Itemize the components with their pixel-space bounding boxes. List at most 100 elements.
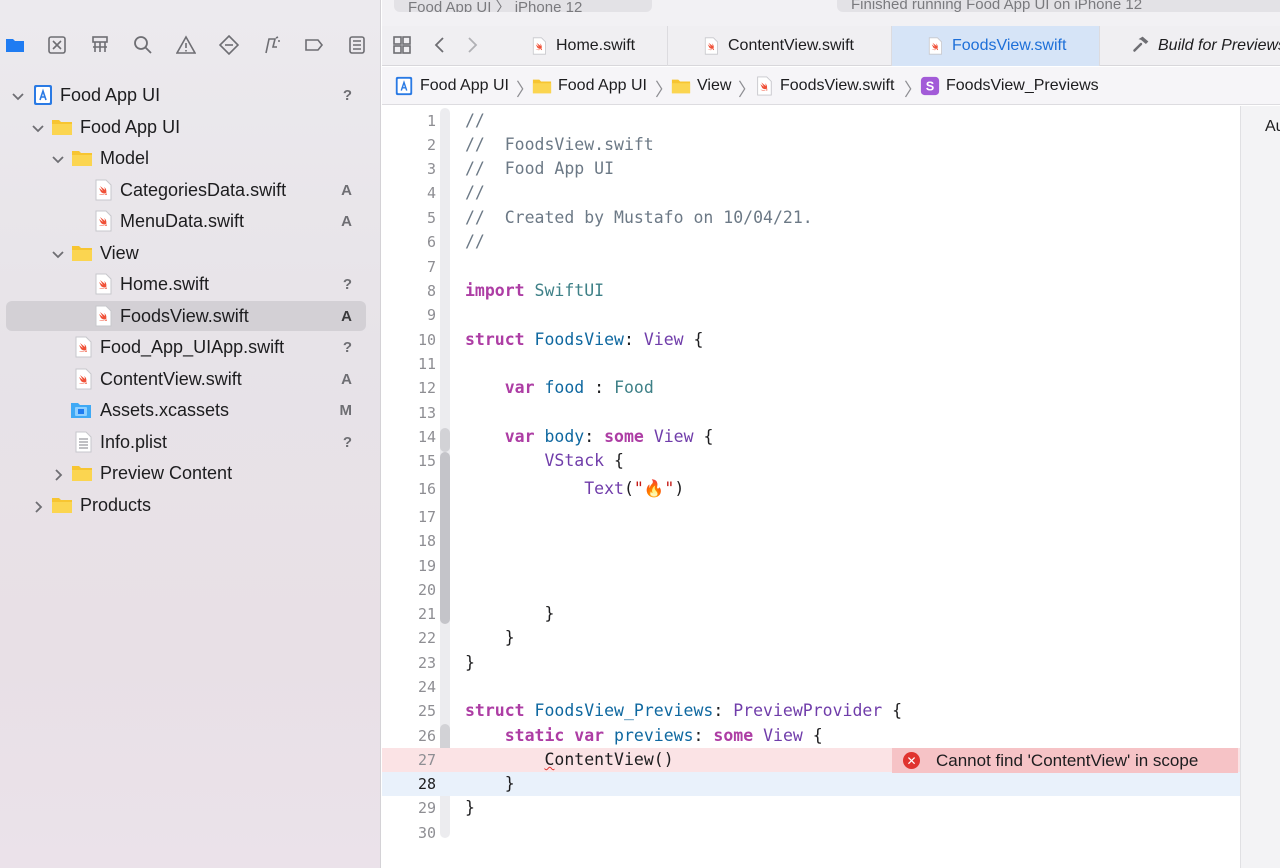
chevron-right-icon[interactable]: [52, 466, 66, 481]
code-text: struct FoodsView: View {: [465, 330, 704, 349]
breadcrumb: Food App UI 〉 Food App UI 〉 View 〉 Foods…: [382, 67, 1280, 105]
tree-item-group[interactable]: Food App UI: [6, 112, 366, 142]
code-line[interactable]: 29}: [382, 796, 1240, 820]
code-line[interactable]: 4 //: [382, 181, 1240, 205]
tree-item-file-selected[interactable]: FoodsView.swift A: [6, 301, 366, 331]
tree-item-label: Model: [100, 147, 150, 168]
code-line[interactable]: 14 var body: some View {: [382, 425, 1240, 449]
grid-icon[interactable]: [392, 35, 414, 57]
tab-contentview-swift[interactable]: ContentView.swift: [688, 26, 892, 66]
line-number: 7: [426, 258, 436, 276]
code-text: // Created by Mustafo on 10/04/21.: [465, 208, 813, 227]
code-line[interactable]: 30: [382, 821, 1240, 845]
breadcrumb-group[interactable]: Food App UI: [532, 67, 647, 105]
tree-item-file[interactable]: CategoriesData.swift A: [6, 175, 366, 205]
code-line[interactable]: 3 // Food App UI: [382, 157, 1240, 181]
tree-item-file[interactable]: Assets.xcassets M: [6, 395, 366, 425]
code-line[interactable]: 21 }: [382, 602, 1240, 626]
code-line[interactable]: 19: [382, 554, 1240, 578]
hierarchy-icon[interactable]: [89, 34, 111, 56]
breadcrumb-file[interactable]: FoodsView.swift: [754, 67, 894, 105]
test-icon[interactable]: [218, 34, 240, 56]
tree-item-file[interactable]: Info.plist ?: [6, 427, 366, 457]
tree-item-file[interactable]: Home.swift ?: [6, 269, 366, 299]
tree-item-label: View: [100, 242, 139, 263]
code-line[interactable]: 20: [382, 578, 1240, 602]
tree-item-file[interactable]: Food_App_UIApp.swift ?: [6, 332, 366, 362]
forward-icon[interactable]: [462, 35, 484, 57]
chevron-right-icon[interactable]: [32, 498, 46, 513]
code-line[interactable]: 12 var food : Food: [382, 376, 1240, 400]
code-line[interactable]: 18: [382, 529, 1240, 553]
tree-item-label: Assets.xcassets: [100, 399, 230, 420]
code-line[interactable]: 6 //: [382, 230, 1240, 254]
error-annotation[interactable]: ✕ Cannot find 'ContentView' in scope: [892, 748, 1238, 773]
swift-file-icon: [92, 305, 114, 327]
code-line[interactable]: 26 static var previews: some View {: [382, 724, 1240, 748]
tab-label: FoodsView.swift: [952, 37, 1067, 54]
search-icon[interactable]: [132, 34, 154, 56]
breadcrumb-symbol[interactable]: S FoodsView_Previews: [920, 67, 1099, 105]
tab-foodsview-swift[interactable]: FoodsView.swift: [892, 26, 1100, 66]
code-line[interactable]: 9: [382, 303, 1240, 327]
tree-item-file[interactable]: ContentView.swift A: [6, 364, 366, 394]
breadcrumb-project[interactable]: Food App UI: [394, 67, 509, 105]
tree-item-file[interactable]: MenuData.swift A: [6, 206, 366, 236]
debug-icon[interactable]: [261, 34, 283, 56]
line-number: 5: [426, 209, 436, 227]
tree-item-group[interactable]: Products: [6, 490, 366, 520]
status-badge: ?: [342, 433, 352, 451]
breadcrumb-label: FoodsView.swift: [780, 77, 895, 94]
chevron-down-icon[interactable]: [51, 246, 65, 260]
tab-build-for-previews[interactable]: Build for Previews: [1100, 26, 1280, 66]
chevron-down-icon[interactable]: [51, 151, 65, 165]
code-line[interactable]: 22 }: [382, 626, 1240, 650]
tab-home-swift[interactable]: Home.swift: [516, 26, 668, 66]
code-line[interactable]: 16 Text("🔥"): [382, 477, 1240, 501]
code-line[interactable]: 2 // FoodsView.swift: [382, 133, 1240, 157]
tree-item-label: Food App UI: [80, 116, 181, 137]
code-line[interactable]: 24: [382, 675, 1240, 699]
line-number: 30: [417, 824, 436, 842]
code-line[interactable]: 5 // Created by Mustafo on 10/04/21.: [382, 206, 1240, 230]
source-control-icon[interactable]: [46, 34, 68, 56]
code-line[interactable]: 10 struct FoodsView: View {: [382, 328, 1240, 352]
swift-file-icon: [530, 37, 548, 55]
chevron-down-icon[interactable]: [31, 120, 45, 134]
code-line-current[interactable]: 28 }: [382, 772, 1240, 796]
error-icon[interactable]: ✕: [903, 752, 920, 769]
folder-icon: [71, 462, 93, 484]
breadcrumb-folder[interactable]: View: [671, 67, 731, 105]
code-line[interactable]: 25 struct FoodsView_Previews: PreviewProv…: [382, 699, 1240, 723]
scheme-selector[interactable]: Food App UI 〉 iPhone 12: [394, 0, 652, 12]
warning-icon[interactable]: [175, 34, 197, 56]
code-line[interactable]: 15 VStack {: [382, 449, 1240, 473]
code-line[interactable]: 7: [382, 255, 1240, 279]
navigator-selector-bar: [0, 30, 380, 60]
folder-icon[interactable]: [4, 34, 26, 56]
tree-item-label: MenuData.swift: [120, 210, 245, 231]
line-number: 11: [417, 355, 436, 373]
line-number: 12: [417, 379, 436, 397]
code-line[interactable]: 17: [382, 505, 1240, 529]
code-text: }: [465, 798, 475, 817]
tree-item-project[interactable]: Food App UI ?: [6, 80, 366, 110]
tree-item-label: Preview Content: [100, 462, 233, 483]
chevron-down-icon[interactable]: [11, 88, 25, 102]
code-line[interactable]: 11: [382, 352, 1240, 376]
tree-item-group[interactable]: Preview Content: [6, 458, 366, 488]
tree-item-group[interactable]: Model: [6, 143, 366, 173]
back-icon[interactable]: [430, 35, 452, 57]
report-icon[interactable]: [346, 34, 368, 56]
code-line[interactable]: 23}: [382, 651, 1240, 675]
swift-file-icon: [92, 210, 114, 232]
activity-status: Finished running Food App UI on iPhone 1…: [837, 0, 1280, 12]
code-text: ContentView(): [544, 750, 674, 769]
code-line[interactable]: 13: [382, 401, 1240, 425]
tree-item-group[interactable]: View: [6, 238, 366, 268]
preview-canvas[interactable]: Au: [1240, 106, 1280, 868]
code-line[interactable]: 1 //: [382, 109, 1240, 133]
tab-label: Build for Previews: [1158, 37, 1280, 54]
code-line[interactable]: 8 import SwiftUI: [382, 279, 1240, 303]
breakpoint-icon[interactable]: [303, 34, 325, 56]
